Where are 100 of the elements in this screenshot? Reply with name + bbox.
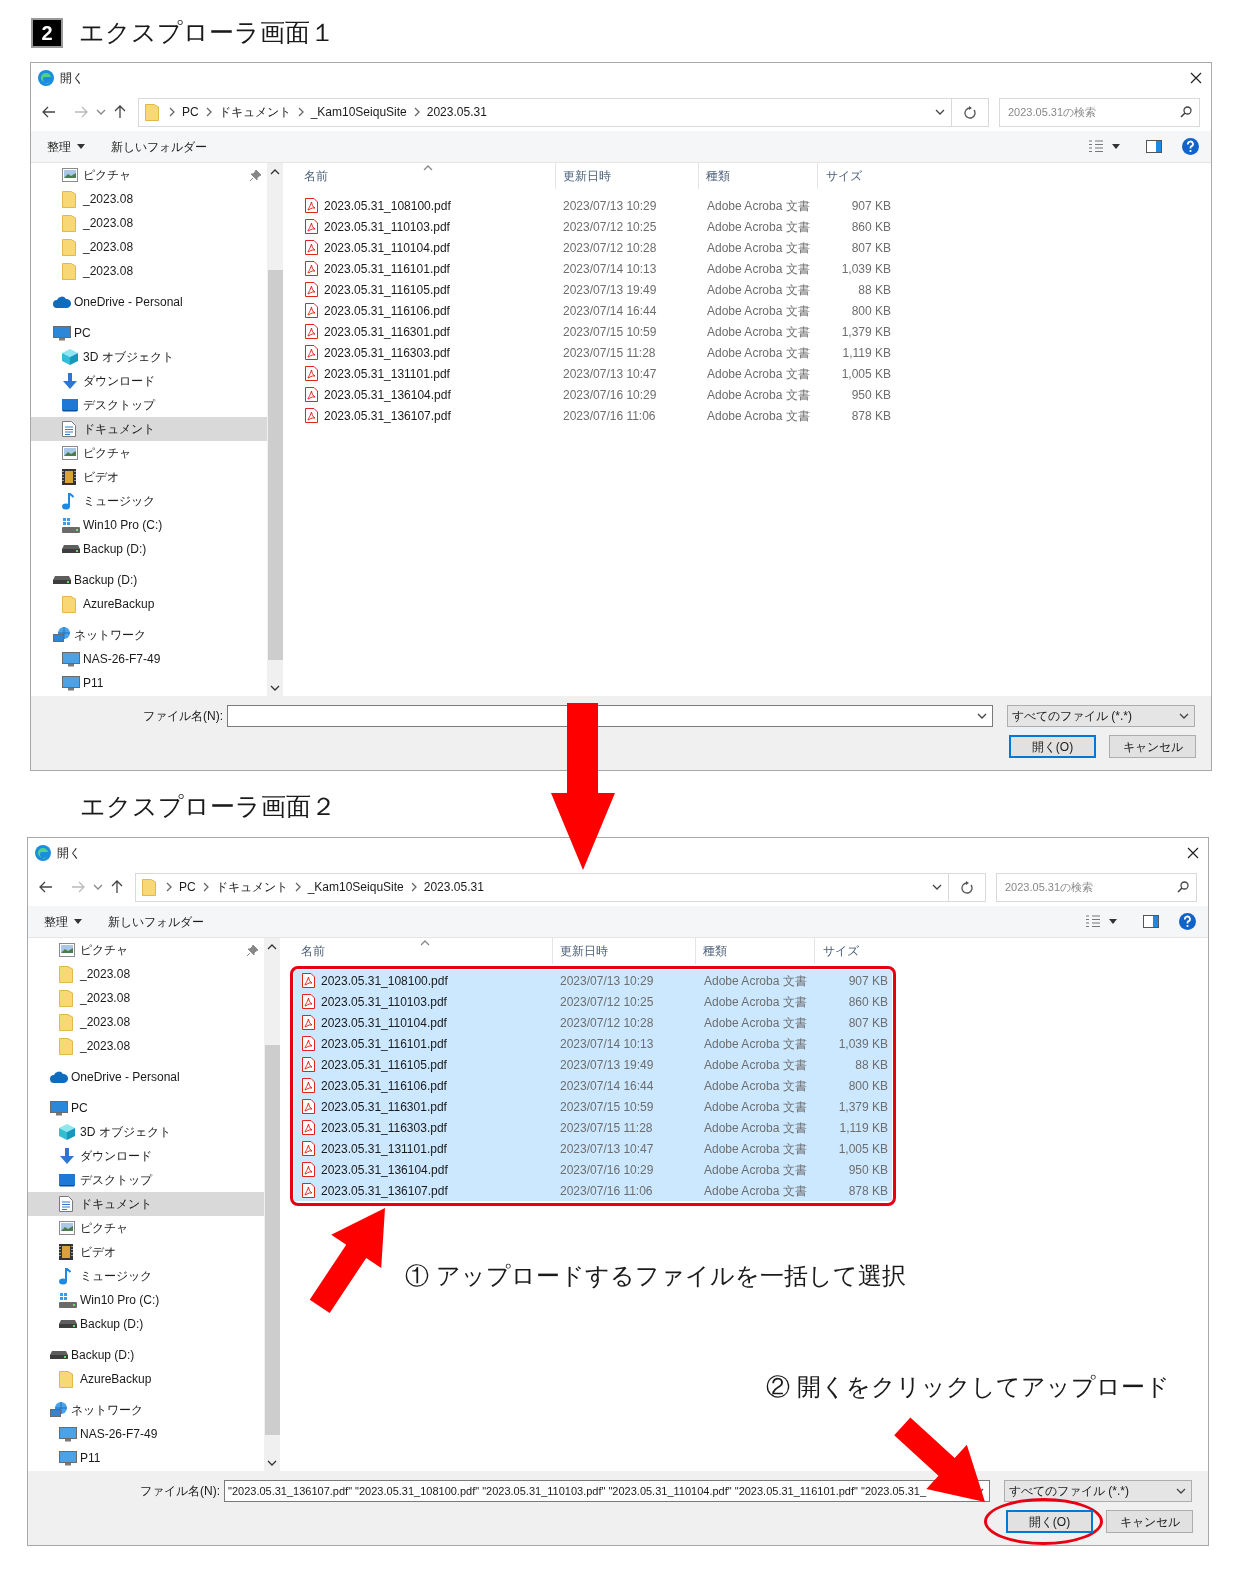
file-row[interactable]: 2023.05.31_136107.pdf 2023/07/16 11:06 Adobe Acroba 文書 878 KB (294, 1180, 892, 1201)
tree-item[interactable]: NAS-26-F7-49 (28, 1422, 264, 1446)
file-row[interactable]: 2023.05.31_136107.pdf 2023/07/16 11:06 Adobe Acroba 文書 878 KB (297, 405, 895, 426)
tree-item[interactable]: _2023.08 (31, 259, 267, 283)
tree-item[interactable]: Backup (D:) (28, 1312, 264, 1336)
file-type-dropdown[interactable]: すべてのファイル (*.*) (1007, 705, 1195, 727)
tree-item[interactable]: ピクチャ (31, 441, 267, 465)
file-row[interactable]: 2023.05.31_108100.pdf 2023/07/13 10:29 Adobe Acroba 文書 907 KB (297, 195, 895, 216)
file-row[interactable]: 2023.05.31_110103.pdf 2023/07/12 10:25 Adobe Acroba 文書 860 KB (294, 991, 892, 1012)
file-row[interactable]: 2023.05.31_136104.pdf 2023/07/16 10:29 Adobe Acroba 文書 950 KB (297, 384, 895, 405)
tree-item[interactable]: _2023.08 (28, 1034, 264, 1058)
search-field[interactable]: 2023.05.31の検索 (996, 872, 1197, 902)
tree-item[interactable]: 3D オブジェクト (31, 345, 267, 369)
tree-item[interactable]: _2023.08 (31, 235, 267, 259)
file-row[interactable]: 2023.05.31_116303.pdf 2023/07/15 11:28 Adobe Acroba 文書 1,119 KB (294, 1117, 892, 1138)
breadcrumb-item[interactable]: PC (174, 878, 201, 896)
tree-item[interactable]: _2023.08 (28, 986, 264, 1010)
tree-item[interactable]: ビデオ (28, 1240, 264, 1264)
tree-item[interactable]: PC (31, 321, 267, 345)
breadcrumb-item[interactable]: PC (177, 103, 204, 121)
organize-button[interactable]: 整理 (47, 137, 85, 156)
column-header[interactable]: 更新日時 (553, 938, 696, 964)
organize-button[interactable]: 整理 (44, 912, 82, 931)
filename-field[interactable]: "2023.05.31_136107.pdf" "2023.05.31_108100.pdf" "2023.05.31_110103.pdf" "2023.05.31_110104.pdf" "2023.05.31_116101.pdf" "2023.05.31_ (224, 1480, 990, 1502)
file-row[interactable]: 2023.05.31_116301.pdf 2023/07/15 10:59 Adobe Acroba 文書 1,379 KB (294, 1096, 892, 1117)
tree-item[interactable]: _2023.08 (28, 962, 264, 986)
tree-item[interactable]: ミュージック (31, 489, 267, 513)
refresh-button[interactable] (949, 872, 986, 902)
column-header[interactable]: 更新日時 (556, 163, 699, 189)
file-row[interactable]: 2023.05.31_110104.pdf 2023/07/12 10:28 Adobe Acroba 文書 807 KB (294, 1012, 892, 1033)
tree-item[interactable]: ドキュメント (28, 1192, 264, 1216)
scrollbar-thumb[interactable] (267, 270, 283, 660)
tree-item[interactable]: Win10 Pro (C:) (31, 513, 267, 537)
file-row[interactable]: 2023.05.31_116101.pdf 2023/07/14 10:13 Adobe Acroba 文書 1,039 KB (297, 258, 895, 279)
column-header[interactable]: サイズ (818, 163, 899, 189)
tree-item[interactable]: Backup (D:) (28, 1343, 264, 1367)
tree-item[interactable]: _2023.08 (31, 187, 267, 211)
cancel-button[interactable]: キャンセル (1106, 1510, 1193, 1533)
tree-item[interactable]: AzureBackup (31, 592, 267, 616)
tree-item[interactable]: ドキュメント (31, 417, 267, 441)
file-row[interactable]: 2023.05.31_110104.pdf 2023/07/12 10:28 Adobe Acroba 文書 807 KB (297, 237, 895, 258)
tree-item[interactable]: P11 (31, 671, 267, 695)
new-folder-button[interactable]: 新しいフォルダー (111, 137, 207, 156)
column-header[interactable]: サイズ (815, 938, 896, 964)
tree-item[interactable]: ダウンロード (31, 369, 267, 393)
file-row[interactable]: 2023.05.31_116301.pdf 2023/07/15 10:59 Adobe Acroba 文書 1,379 KB (297, 321, 895, 342)
tree-item[interactable]: ミュージック (28, 1264, 264, 1288)
tree-item[interactable]: Backup (D:) (31, 537, 267, 561)
tree-item[interactable]: ネットワーク (28, 1398, 264, 1422)
breadcrumb-item[interactable]: 2023.05.31 (421, 103, 492, 121)
scrollbar[interactable] (267, 163, 283, 696)
file-row[interactable]: 2023.05.31_116105.pdf 2023/07/13 19:49 Adobe Acroba 文書 88 KB (297, 279, 895, 300)
breadcrumb-item[interactable]: _Kam10SeiquSite (305, 103, 412, 121)
scrollbar[interactable] (264, 938, 280, 1471)
tree-item[interactable]: ピクチャ (28, 1216, 264, 1240)
column-header[interactable]: 種類 (699, 163, 818, 189)
tree-item[interactable]: OneDrive - Personal (31, 290, 267, 314)
tree-item[interactable]: 3D オブジェクト (28, 1120, 264, 1144)
file-type-dropdown[interactable]: すべてのファイル (*.*) (1004, 1480, 1192, 1502)
address-bar[interactable]: PC ドキュメント _Kam10SeiquSite 2023.05.31 (135, 872, 950, 902)
tree-item[interactable]: ダウンロード (28, 1144, 264, 1168)
file-row[interactable]: 2023.05.31_110103.pdf 2023/07/12 10:25 Adobe Acroba 文書 860 KB (297, 216, 895, 237)
tree-item[interactable]: ピクチャ (28, 938, 264, 962)
tree-item[interactable]: _2023.08 (31, 211, 267, 235)
search-field[interactable]: 2023.05.31の検索 (999, 97, 1200, 127)
file-row[interactable]: 2023.05.31_116105.pdf 2023/07/13 19:49 Adobe Acroba 文書 88 KB (294, 1054, 892, 1075)
breadcrumb-item[interactable]: _Kam10SeiquSite (302, 878, 409, 896)
filename-field[interactable] (227, 705, 993, 727)
new-folder-button[interactable]: 新しいフォルダー (108, 912, 204, 931)
tree-item[interactable]: Backup (D:) (31, 568, 267, 592)
tree-item[interactable]: OneDrive - Personal (28, 1065, 264, 1089)
file-row[interactable]: 2023.05.31_116101.pdf 2023/07/14 10:13 Adobe Acroba 文書 1,039 KB (294, 1033, 892, 1054)
tree-item[interactable]: PC (28, 1096, 264, 1120)
file-row[interactable]: 2023.05.31_116303.pdf 2023/07/15 11:28 Adobe Acroba 文書 1,119 KB (297, 342, 895, 363)
file-row[interactable]: 2023.05.31_116106.pdf 2023/07/14 16:44 Adobe Acroba 文書 800 KB (297, 300, 895, 321)
tree-item[interactable]: デスクトップ (31, 393, 267, 417)
file-row[interactable]: 2023.05.31_131101.pdf 2023/07/13 10:47 Adobe Acroba 文書 1,005 KB (297, 363, 895, 384)
scrollbar-thumb[interactable] (264, 1045, 280, 1435)
address-bar[interactable]: PC ドキュメント _Kam10SeiquSite 2023.05.31 (138, 97, 953, 127)
tree-item[interactable]: Win10 Pro (C:) (28, 1288, 264, 1312)
tree-item[interactable]: ビデオ (31, 465, 267, 489)
tree-item[interactable]: P11 (28, 1446, 264, 1470)
tree-item[interactable]: _2023.08 (28, 1010, 264, 1034)
breadcrumb-item[interactable]: ドキュメント (213, 103, 296, 121)
open-button[interactable]: 開く(O) (1006, 1510, 1093, 1533)
file-row[interactable]: 2023.05.31_131101.pdf 2023/07/13 10:47 Adobe Acroba 文書 1,005 KB (294, 1138, 892, 1159)
refresh-button[interactable] (952, 97, 989, 127)
tree-item[interactable]: NAS-26-F7-49 (31, 647, 267, 671)
column-header[interactable]: 名前 (294, 938, 553, 964)
tree-item[interactable]: デスクトップ (28, 1168, 264, 1192)
file-row[interactable]: 2023.05.31_116106.pdf 2023/07/14 16:44 Adobe Acroba 文書 800 KB (294, 1075, 892, 1096)
cancel-button[interactable]: キャンセル (1109, 735, 1196, 758)
open-button[interactable]: 開く(O) (1009, 735, 1096, 758)
file-row[interactable]: 2023.05.31_136104.pdf 2023/07/16 10:29 Adobe Acroba 文書 950 KB (294, 1159, 892, 1180)
breadcrumb-item[interactable]: ドキュメント (210, 878, 293, 896)
column-header[interactable]: 名前 (297, 163, 556, 189)
tree-item[interactable]: ピクチャ (31, 163, 267, 187)
tree-item[interactable]: ネットワーク (31, 623, 267, 647)
tree-item[interactable]: AzureBackup (28, 1367, 264, 1391)
file-row[interactable]: 2023.05.31_108100.pdf 2023/07/13 10:29 Adobe Acroba 文書 907 KB (294, 970, 892, 991)
